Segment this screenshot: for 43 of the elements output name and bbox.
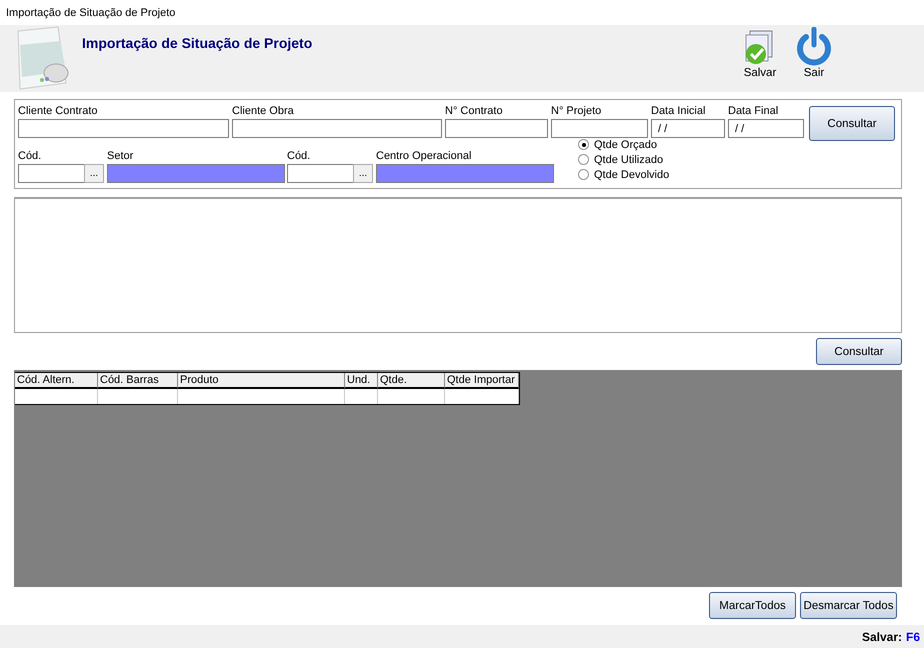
input-field[interactable]: [18, 119, 229, 138]
field-label: Cliente Obra: [232, 104, 295, 119]
window-title: Importação de Situação de Projeto: [6, 6, 176, 18]
shortcut-key: F6: [906, 630, 920, 644]
field-label: Cliente Contrato: [18, 104, 98, 119]
code-field[interactable]: [18, 164, 86, 183]
consultar-button[interactable]: Consultar: [809, 106, 895, 141]
input-field[interactable]: [232, 119, 442, 138]
radio-option[interactable]: Qtde Utilizado: [578, 152, 670, 167]
radio-option[interactable]: Qtde Devolvido: [578, 167, 670, 182]
input-field[interactable]: [551, 119, 648, 138]
power-icon: [794, 27, 834, 67]
name-field[interactable]: [376, 164, 554, 183]
field-label: N° Contrato: [445, 104, 504, 119]
column-header[interactable]: Qtde Importar: [445, 373, 519, 389]
field-label: Data Final: [728, 104, 780, 119]
browse-button[interactable]: ...: [353, 164, 373, 183]
field-label: N° Projeto: [551, 104, 602, 119]
column-header[interactable]: Cód. Altern.: [15, 373, 98, 389]
code-field[interactable]: [287, 164, 355, 183]
field-label: Setor: [107, 149, 134, 164]
column-header[interactable]: Produto: [178, 373, 345, 389]
text-area[interactable]: [14, 197, 902, 333]
save-button[interactable]: Salvar: [738, 27, 782, 92]
unmark-all-button[interactable]: Desmarcar Todos: [800, 592, 897, 619]
consultar-button[interactable]: Consultar: [816, 338, 902, 365]
radio-option[interactable]: Qtde Orçado: [578, 137, 670, 152]
input-field[interactable]: / /: [651, 119, 725, 138]
name-field[interactable]: [107, 164, 285, 183]
browse-button[interactable]: ...: [84, 164, 104, 183]
field-label: Cód.: [287, 149, 312, 164]
column-header[interactable]: Qtde.: [378, 373, 445, 389]
shortcut-label: Salvar:: [862, 630, 902, 644]
field-label: Centro Operacional: [376, 149, 472, 164]
field-label: Cód.: [18, 149, 42, 164]
column-header[interactable]: Und.: [345, 373, 378, 389]
input-field[interactable]: [445, 119, 548, 138]
input-field[interactable]: / /: [728, 119, 804, 138]
exit-button[interactable]: Sair: [792, 27, 836, 92]
field-label: Data Inicial: [651, 104, 706, 119]
column-header[interactable]: Cód. Barras: [98, 373, 178, 389]
page-title: Importação de Situação de Projeto: [82, 35, 312, 53]
mark-all-button[interactable]: MarcarTodos: [709, 592, 796, 619]
